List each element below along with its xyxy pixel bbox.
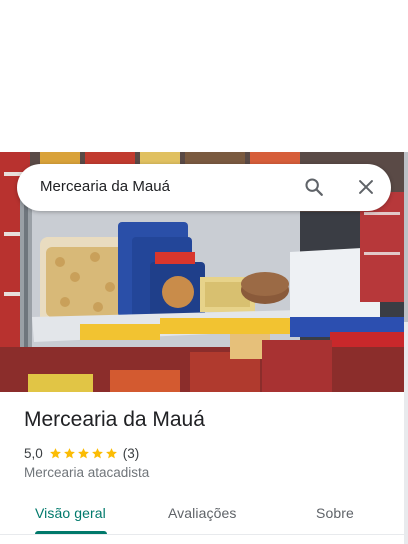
place-title: Mercearia da Mauá [24, 408, 205, 431]
star-icon [91, 447, 103, 458]
place-category: Mercearia atacadista [24, 465, 150, 480]
search-icon[interactable] [303, 176, 325, 198]
tabs-divider [0, 534, 404, 535]
star-icon [63, 447, 75, 458]
star-rating [49, 447, 118, 460]
tab-about[interactable]: Sobre [316, 505, 354, 521]
blank-area [0, 0, 408, 152]
tab-reviews[interactable]: Avaliações [168, 505, 236, 521]
tab-bar: Visão geral Avaliações Sobre [0, 492, 404, 544]
close-icon[interactable] [355, 176, 377, 198]
star-icon [49, 447, 61, 458]
rating-value: 5,0 [24, 445, 43, 461]
rating-row[interactable]: 5,0 (3) [24, 444, 139, 462]
search-query[interactable]: Mercearia da Mauá [40, 178, 170, 195]
star-icon [105, 447, 117, 458]
star-icon [77, 447, 89, 458]
tab-overview[interactable]: Visão geral [35, 505, 106, 521]
review-count[interactable]: (3) [123, 446, 140, 461]
scrollbar-thumb[interactable] [404, 152, 408, 322]
search-box[interactable]: Mercearia da Mauá [17, 164, 391, 211]
